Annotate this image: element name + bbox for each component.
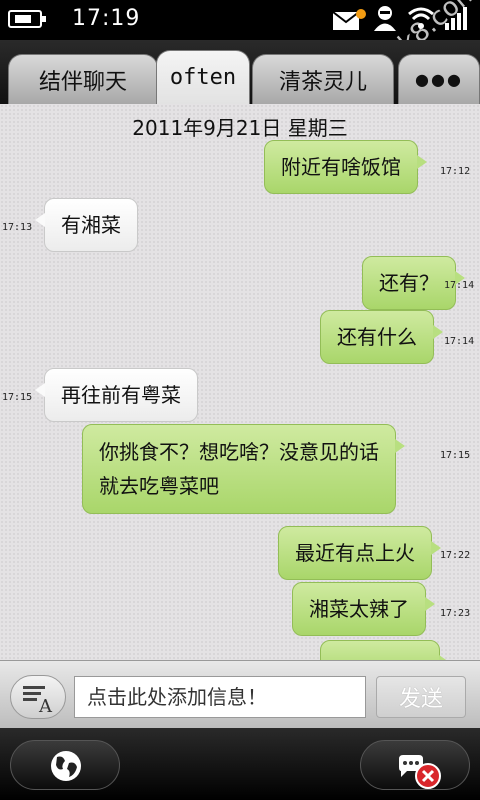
message-time: 17:13: [2, 222, 33, 233]
message-bubble-outgoing[interactable]: 附近有啥饭馆: [264, 140, 427, 194]
tab-more[interactable]: ●●●: [398, 54, 480, 104]
message-text: 最近有点上火: [295, 541, 415, 565]
globe-button[interactable]: [10, 740, 120, 790]
date-header: 2011年9月21日 星期三: [132, 116, 348, 140]
message-bubble-outgoing[interactable]: 还有？: [362, 256, 465, 310]
bottom-bar: [0, 728, 480, 800]
message-bubble-incoming[interactable]: 再往前有粤菜: [35, 368, 198, 422]
status-bar: 17:19 apk8.com: [0, 0, 480, 80]
message-text-line: 你挑食不？想吃啥？没意见的话: [99, 440, 379, 464]
send-button[interactable]: 发送: [376, 676, 466, 718]
message-bubble-outgoing[interactable]: 湘菜太辣了: [292, 582, 435, 636]
message-bubble-outgoing[interactable]: 最近有点上火: [278, 526, 441, 580]
conversation-tabs: 结伴聊天 often 清茶灵儿 ●●●: [0, 40, 480, 104]
message-bubble-outgoing[interactable]: 你挑食不？想吃啥？没意见的话 就去吃粤菜吧: [82, 424, 405, 514]
signal-icon: [444, 5, 470, 35]
battery-icon: [8, 10, 46, 28]
status-time: 17:19: [72, 6, 141, 31]
message-time: 17:23: [440, 608, 471, 619]
message-bubble-outgoing[interactable]: 还有什么: [320, 310, 443, 364]
message-time: 17:14: [444, 336, 475, 347]
message-text: 再往前有粤菜: [61, 383, 181, 407]
font-style-button[interactable]: A: [10, 675, 66, 719]
message-text: 湘菜太辣了: [309, 597, 409, 621]
message-text: 还有什么: [337, 325, 417, 349]
message-time: 17:15: [440, 450, 471, 461]
mail-icon: [332, 9, 366, 31]
message-input[interactable]: [74, 676, 366, 718]
status-icons: [332, 4, 470, 36]
message-time: 17:22: [440, 550, 471, 561]
wifi-icon: [408, 6, 434, 34]
message-bubble-incoming[interactable]: 有湘菜: [35, 198, 138, 252]
globe-icon: [51, 751, 81, 781]
user-icon: [372, 4, 398, 36]
message-time: 17:15: [2, 392, 33, 403]
message-text: 附近有啥饭馆: [281, 155, 401, 179]
message-time: 17:14: [444, 280, 475, 291]
text-format-icon: A: [23, 686, 53, 714]
tab-conversation-active[interactable]: often: [156, 50, 250, 104]
svg-text:A: A: [38, 696, 53, 714]
compose-bar: A 发送: [0, 660, 480, 728]
tab-conversation-1[interactable]: 结伴聊天: [8, 54, 158, 104]
close-badge-icon: [415, 763, 441, 789]
message-bubble-outgoing-partial[interactable]: [320, 640, 449, 660]
tab-conversation-3[interactable]: 清茶灵儿: [252, 54, 394, 104]
chat-status-button[interactable]: [360, 740, 470, 790]
message-text-line: 就去吃粤菜吧: [99, 474, 219, 498]
message-text: 有湘菜: [61, 213, 121, 237]
message-text: 还有？: [379, 271, 439, 295]
message-time: 17:12: [440, 166, 471, 177]
chat-area[interactable]: 2011年9月21日 星期三 附近有啥饭馆 17:12 有湘菜 17:13 还有…: [0, 104, 480, 660]
